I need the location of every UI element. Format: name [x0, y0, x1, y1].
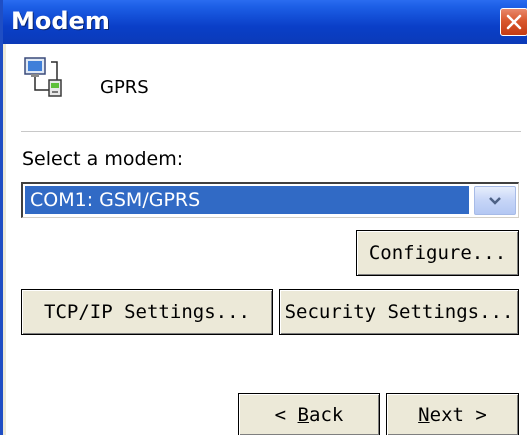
dialog-body: GPRS Select a modem: COM1: GSM/GPRS Conf… — [6, 44, 527, 435]
chevron-down-icon — [489, 197, 501, 205]
title-bar[interactable]: Modem — [3, 0, 527, 44]
close-icon — [506, 14, 522, 30]
connection-name: GPRS — [100, 77, 149, 98]
dropdown-arrow-button[interactable] — [474, 186, 516, 215]
back-button-rest: ack — [309, 403, 344, 426]
back-button[interactable]: < Back — [238, 393, 380, 435]
next-button-rest: ext > — [429, 403, 487, 426]
close-button[interactable] — [500, 8, 527, 36]
tcpip-settings-button[interactable]: TCP/IP Settings... — [21, 289, 273, 335]
back-button-prefix: < — [274, 403, 298, 426]
window-title: Modem — [11, 7, 110, 35]
modem-window: Modem GPRS Select a modem: COM1: GSM/GPR… — [0, 0, 527, 435]
back-button-accelerator: B — [297, 403, 309, 426]
next-button[interactable]: Next > — [386, 393, 519, 435]
modem-dropdown-value: COM1: GSM/GPRS — [25, 186, 469, 214]
next-button-accelerator: N — [418, 403, 430, 426]
modem-dropdown[interactable]: COM1: GSM/GPRS — [21, 182, 519, 218]
network-connection-icon — [21, 56, 65, 100]
divider — [21, 131, 521, 133]
configure-button[interactable]: Configure... — [356, 230, 519, 276]
select-modem-label: Select a modem: — [22, 148, 184, 170]
security-settings-button[interactable]: Security Settings... — [279, 289, 519, 335]
